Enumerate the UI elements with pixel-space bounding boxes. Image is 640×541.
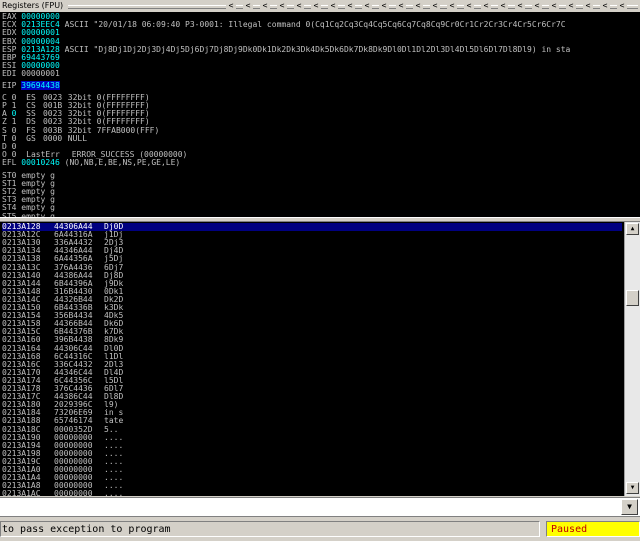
nav-arrow-icon[interactable]: < (328, 2, 338, 10)
stack-row[interactable]: 0213A158 44366B44 Dk6D (2, 320, 622, 328)
command-input[interactable] (1, 499, 619, 515)
stack-scrollbar[interactable]: ▲ ▼ (624, 222, 640, 496)
status-message: to pass exception to program (0, 521, 540, 537)
register-name: EFL (2, 158, 17, 168)
nav-arrow-icon[interactable]: < (413, 2, 423, 10)
nav-arrow-icon[interactable]: < (345, 2, 355, 10)
stack-row[interactable]: 0213A160 396B4438 8Dk9 (2, 336, 622, 344)
register-name: EIP (2, 80, 17, 90)
nav-arrow-icon[interactable]: < (583, 2, 593, 10)
register-row[interactable]: ESP 0213A128 ASCII "Dj8Dj1Dj2Dj3Dj4Dj5Dj… (2, 44, 571, 54)
nav-arrow-icon[interactable]: < (277, 2, 287, 10)
stack-row[interactable]: 0213A148 316B4430 0Dk1 (2, 287, 622, 296)
nav-arrow-icon[interactable]: < (430, 2, 440, 10)
stack-row[interactable]: 0213A17C 44386C44 Dl8D (2, 393, 622, 401)
eip-row[interactable]: EIP 39694438 (2, 80, 60, 90)
nav-arrow-icon[interactable]: < (379, 2, 389, 10)
registers-pane[interactable]: EAX 00000000 ECX 0213EEC4 ASCII "20/01/1… (0, 12, 640, 217)
nav-arrow-icon[interactable]: < (464, 2, 474, 10)
stack-row[interactable]: 0213A1A4 00000000.... (2, 474, 622, 482)
scroll-down-button[interactable]: ▼ (626, 482, 639, 494)
stack-row[interactable]: 0213A15C 6B44376B k7Dk (2, 328, 622, 336)
stack-row[interactable]: 0213A184 73206E69 in s (2, 409, 622, 417)
command-history-dropdown-button[interactable]: ▼ (621, 499, 638, 515)
register-row[interactable]: ECX 0213EEC4 ASCII "20/01/18 06:09:40 P3… (2, 21, 566, 29)
scroll-thumb[interactable] (626, 290, 639, 306)
stack-row[interactable]: 0213A170 44346C44 Dl4D (2, 368, 622, 377)
stack-address: 0213A1AC (2, 489, 41, 496)
nav-arrow-icon[interactable]: < (396, 2, 406, 10)
stack-row[interactable]: 0213A19C 00000000.... (2, 457, 622, 466)
stack-row[interactable]: 0213A1A8 00000000.... (2, 482, 622, 490)
nav-arrow-icon[interactable]: < (260, 2, 270, 10)
efl-description: (NO,NB,E,BE,NS,PE,GE,LE) (64, 158, 181, 168)
stack-row[interactable]: 0213A174 6C44356C l5Dl (2, 376, 622, 385)
nav-arrow-icon[interactable]: < (600, 2, 610, 10)
register-comment: ASCII "20/01/18 06:09:40 P3-0001: Illega… (64, 20, 566, 30)
nav-arrow-icon[interactable]: < (362, 2, 372, 10)
stack-row[interactable]: 0213A138 6A44356A j5Dj (2, 255, 622, 263)
stack-row[interactable]: 0213A1AC 00000000.... (2, 490, 622, 496)
stack-row[interactable]: 0213A150 6B44336B k3Dk (2, 304, 622, 312)
register-row[interactable]: EDI 00000001 (2, 70, 65, 78)
stack-row[interactable]: 0213A128 44306A44 Dj0D (2, 223, 622, 231)
stack-row[interactable]: 0213A14C 44326B44 Dk2D (2, 295, 622, 304)
register-value: 00000001 (21, 69, 60, 79)
command-bar: ▼ (0, 497, 640, 517)
nav-arrow-icon[interactable]: < (617, 2, 627, 10)
nav-arrow-icon[interactable]: < (311, 2, 321, 10)
nav-arrow-icon[interactable]: < (532, 2, 542, 10)
register-name: EDI (2, 69, 17, 79)
stack-pane[interactable]: 0213A128 44306A44 Dj0D 0213A12C 6A44316A j1Dj… (0, 222, 624, 496)
nav-arrow-icon[interactable]: < (498, 2, 508, 10)
scroll-up-button[interactable]: ▲ (626, 223, 639, 235)
stack-row[interactable]: 0213A180 2029396C l9) (2, 401, 622, 409)
stack-row[interactable]: 0213A13C 376A4436 6Dj7 (2, 263, 622, 272)
stack-row[interactable]: 0213A190 00000000.... (2, 433, 622, 442)
nav-arrow-icon[interactable]: < (481, 2, 491, 10)
stack-row[interactable]: 0213A164 44306C44 Dl0D (2, 344, 622, 353)
stack-row[interactable]: 0213A130 336A4432 2Dj3 (2, 239, 622, 247)
stack-value: 00000000 (54, 489, 93, 496)
segment-name: GS (26, 133, 36, 143)
eip-value: 39694438 (21, 80, 60, 90)
stack-row[interactable]: 0213A188 65746174 tate (2, 417, 622, 425)
stack-row[interactable]: 0213A18C 0000352D 5.. (2, 425, 622, 434)
nav-arrow-icon[interactable]: < (243, 2, 253, 10)
nav-arrow-icon[interactable]: < (226, 2, 236, 10)
stack-row[interactable]: 0213A144 6B44396A j9Dk (2, 279, 622, 288)
efl-value: 00010246 (21, 158, 60, 168)
nav-arrow-icon[interactable]: < (294, 2, 304, 10)
stack-row[interactable]: 0213A16C 336C4432 2Dl3 (2, 360, 622, 369)
stack-row[interactable]: 0213A178 376C4436 6Dl7 (2, 385, 622, 393)
nav-arrow-icon[interactable]: < (566, 2, 576, 10)
nav-arrow-icon[interactable]: < (447, 2, 457, 10)
nav-arrow-icon[interactable]: < (515, 2, 525, 10)
nav-arrow-icon[interactable]: < (549, 2, 559, 10)
stack-row[interactable]: 0213A194 00000000.... (2, 441, 622, 450)
registers-pane-title: Registers (FPU) (2, 1, 64, 10)
segment-info: NULL (67, 133, 88, 143)
stack-row[interactable]: 0213A134 44346A44 Dj4D (2, 247, 622, 255)
stack-row[interactable]: 0213A1A0 00000000.... (2, 466, 622, 474)
debugger-state-badge: Paused (546, 521, 640, 537)
stack-ascii: .... (104, 489, 124, 496)
stack-row[interactable]: 0213A154 356B4434 4Dk5 (2, 312, 622, 320)
stack-row[interactable]: 0213A140 44386A44 Dj8D (2, 271, 622, 280)
register-comment: ASCII "Dj8Dj1Dj2Dj3Dj4Dj5Dj6Dj7Dj8Dj9Dk0… (64, 44, 571, 54)
status-bar: to pass exception to program Paused (0, 518, 640, 541)
stack-row[interactable]: 0213A198 00000000.... (2, 449, 622, 458)
stack-row[interactable]: 0213A12C 6A44316A j1Dj (2, 231, 622, 239)
stack-row[interactable]: 0213A168 6C44316C l1Dl (2, 352, 622, 361)
efl-row[interactable]: EFL 00010246 (NO,NB,E,BE,NS,PE,GE,LE) (2, 159, 180, 167)
